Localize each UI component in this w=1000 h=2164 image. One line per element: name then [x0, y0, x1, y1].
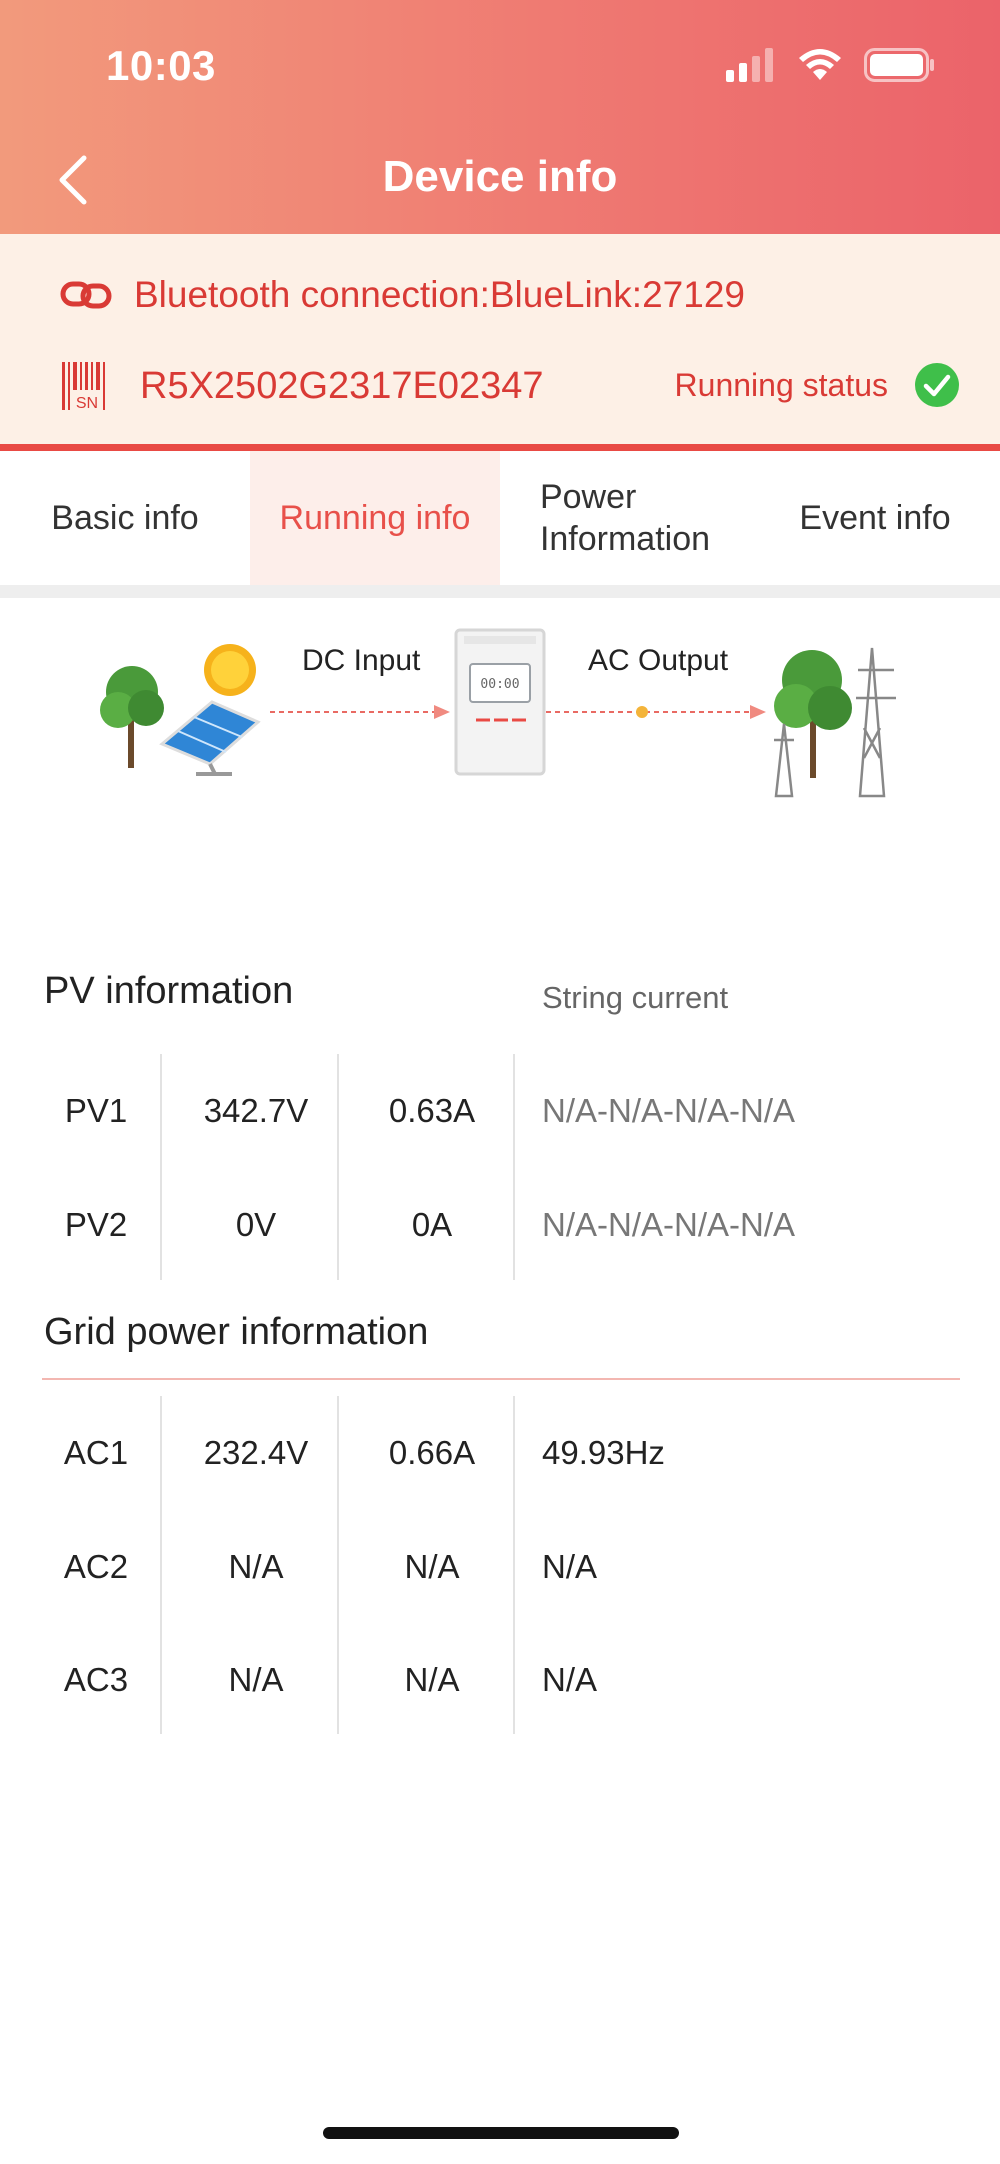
ac-name: AC2 — [63, 1548, 129, 1585]
serial-number: R5X2502G2317E02347 — [140, 364, 544, 407]
barcode-sn-icon: SN — [62, 362, 105, 412]
pv-column-divider — [513, 1054, 515, 1280]
ac-voltage: N/A — [228, 1548, 284, 1585]
svg-text:SN: SN — [76, 395, 98, 412]
header-divider — [0, 444, 1000, 451]
power-tower-icon — [774, 647, 896, 798]
running-status-label: Running status — [674, 366, 888, 403]
tab-event-info[interactable]: Event info — [750, 451, 1000, 585]
ac-frequency: 49.93Hz — [542, 1434, 665, 1471]
pv-current: 0A — [411, 1206, 453, 1243]
battery-icon — [864, 48, 934, 82]
bluetooth-connection-text: Bluetooth connection:BlueLink:27129 — [134, 274, 745, 315]
dc-flow-arrow — [270, 705, 450, 719]
serial-number-row: SN R5X2502G2317E02347 — [60, 360, 544, 412]
solar-panel-icon — [100, 644, 261, 776]
ac-voltage: 232.4V — [203, 1434, 309, 1471]
pv-column-divider — [160, 1054, 162, 1280]
tab-power-information[interactable]: Power Information — [500, 451, 750, 585]
ac-flow-arrow — [546, 705, 766, 719]
wifi-icon — [799, 49, 841, 80]
tab-running-info[interactable]: Running info — [250, 451, 500, 585]
pv-voltage: 342.7V — [203, 1092, 309, 1129]
grid-column-divider — [160, 1396, 162, 1734]
grid-section-divider — [42, 1378, 960, 1380]
ac-frequency: N/A — [542, 1548, 598, 1585]
ac-current: N/A — [404, 1661, 460, 1698]
app-header: 10:03 Device info — [0, 0, 1000, 234]
ac-name: AC3 — [63, 1661, 129, 1698]
grid-section-title: Grid power information — [44, 1311, 429, 1353]
ac-frequency: N/A — [542, 1661, 598, 1698]
pv-name: PV1 — [64, 1092, 128, 1129]
pv-voltage: 0V — [235, 1206, 277, 1243]
device-connection-panel: Bluetooth connection:BlueLink:27129 SN R… — [0, 234, 1000, 446]
tabs-divider — [0, 585, 1000, 598]
status-bar-icons — [726, 48, 936, 82]
ac-name: AC1 — [63, 1434, 129, 1471]
ac-current: N/A — [404, 1548, 460, 1585]
pv-string-current: N/A-N/A-N/A-N/A — [542, 1206, 796, 1243]
ac-current: 0.66A — [388, 1434, 476, 1471]
info-tabs: Basic info Running info Power Informatio… — [0, 451, 1000, 585]
status-bar-time: 10:03 — [106, 42, 216, 89]
dc-input-label: DC Input — [302, 644, 421, 677]
inverter-icon: 00:00 — [454, 628, 546, 776]
ac-voltage: N/A — [228, 1661, 284, 1698]
pv-column-divider — [337, 1054, 339, 1280]
page-title: Device info — [382, 152, 618, 201]
pv-current: 0.63A — [388, 1092, 476, 1129]
bluetooth-connection-row: Bluetooth connection:BlueLink:27129 — [60, 274, 745, 316]
pv-string-current: N/A-N/A-N/A-N/A — [542, 1092, 796, 1129]
pv-section-title: PV information — [44, 970, 294, 1012]
svg-text:00:00: 00:00 — [480, 677, 519, 692]
energy-flow-diagram: DC Input 00:00 AC Output — [0, 598, 1000, 838]
link-icon — [60, 281, 112, 309]
string-current-label: String current — [542, 980, 729, 1015]
home-indicator[interactable] — [323, 2127, 679, 2139]
tab-basic-info[interactable]: Basic info — [0, 451, 250, 585]
ac-output-label: AC Output — [588, 644, 729, 677]
pv-name: PV2 — [64, 1206, 128, 1243]
check-circle-icon — [915, 363, 959, 407]
running-status: Running status — [675, 362, 960, 408]
signal-icon — [726, 48, 773, 82]
